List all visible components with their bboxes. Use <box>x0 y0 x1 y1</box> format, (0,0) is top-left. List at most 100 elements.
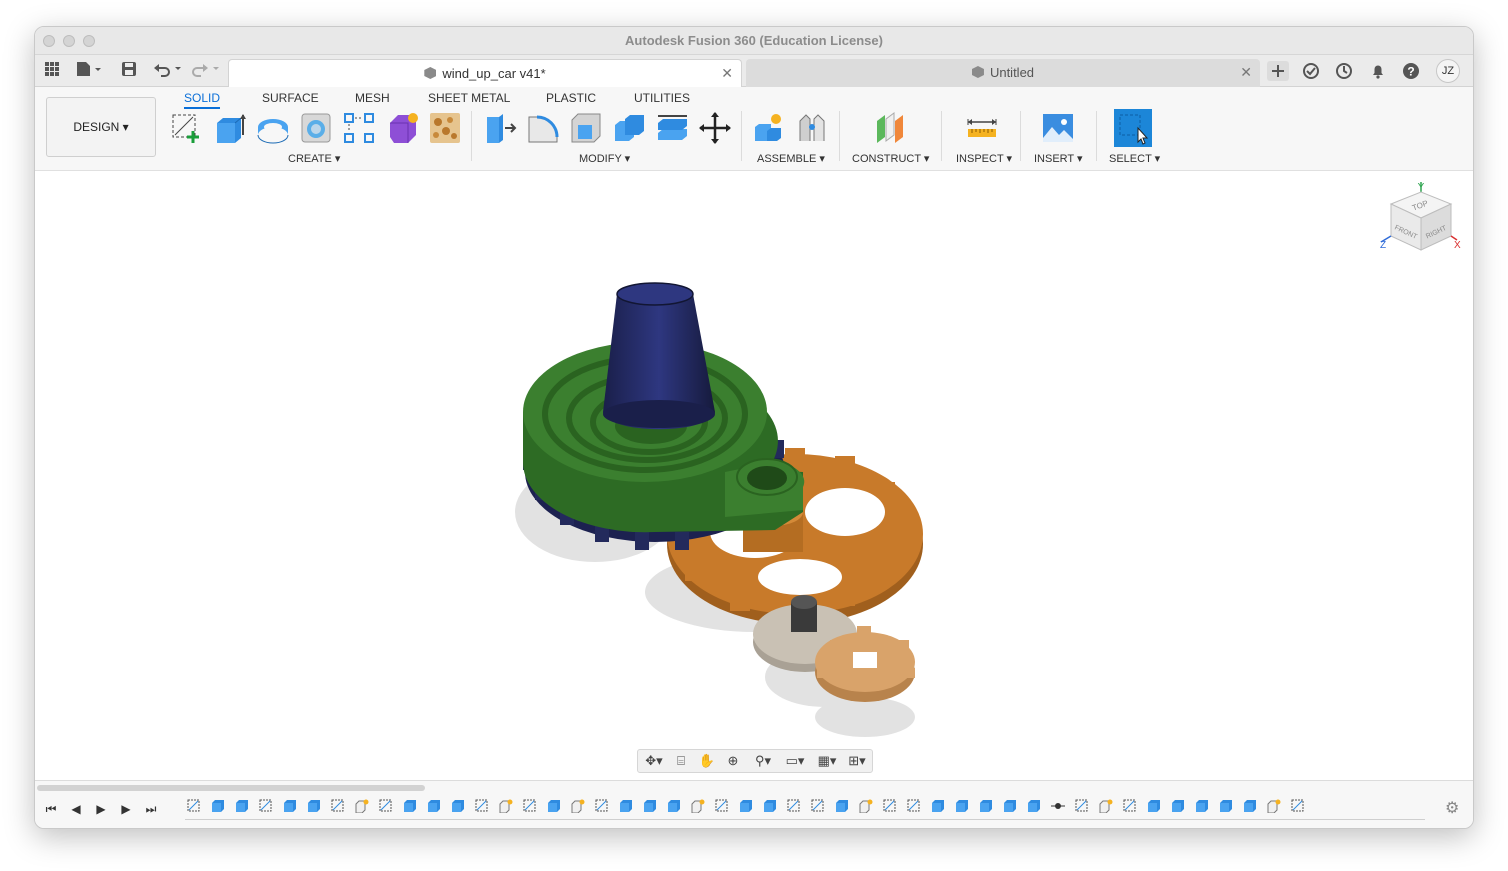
timeline-sketch-feature-icon[interactable] <box>331 799 345 813</box>
extensions-icon[interactable] <box>1334 61 1354 81</box>
timeline-sketch-feature-icon[interactable] <box>811 799 825 813</box>
ribbon-tab-sheet-metal[interactable]: SHEET METAL <box>428 91 510 105</box>
timeline-component-feature-icon[interactable] <box>859 799 873 814</box>
timeline-joint-feature-icon[interactable] <box>1051 799 1065 813</box>
timeline-extrude-feature-icon[interactable] <box>763 799 777 813</box>
notifications-bell-icon[interactable] <box>1368 61 1388 81</box>
timeline-extrude-feature-icon[interactable] <box>403 799 417 813</box>
pan-hand-icon[interactable]: ✋ <box>698 753 716 769</box>
timeline-track[interactable] <box>185 819 1425 820</box>
timeline-sketch-feature-icon[interactable] <box>475 799 489 813</box>
select-icon[interactable] <box>1114 109 1152 147</box>
workspace-switcher[interactable]: DESIGN ▾ <box>46 97 156 157</box>
insert-group-label[interactable]: INSERT ▾ <box>1034 152 1083 165</box>
timeline-settings-gear-icon[interactable]: ⚙ <box>1445 801 1461 817</box>
modify-group-label[interactable]: MODIFY ▾ <box>579 152 630 165</box>
fillet-icon[interactable] <box>526 111 560 145</box>
create-form-icon[interactable] <box>385 111 419 145</box>
job-status-icon[interactable] <box>1301 61 1321 81</box>
insert-image-icon[interactable] <box>1041 111 1075 145</box>
extrude-icon[interactable] <box>213 111 247 145</box>
timeline-extrude-feature-icon[interactable] <box>619 799 633 813</box>
timeline-extrude-feature-icon[interactable] <box>1171 799 1185 813</box>
undo-icon[interactable] <box>153 61 183 81</box>
timeline-extrude-feature-icon[interactable] <box>667 799 681 813</box>
timeline-sketch-feature-icon[interactable] <box>1075 799 1089 813</box>
save-icon[interactable] <box>121 61 137 81</box>
construct-group-label[interactable]: CONSTRUCT ▾ <box>852 152 929 165</box>
grid-settings-icon[interactable]: ▦▾ <box>814 753 840 769</box>
select-group-label[interactable]: SELECT ▾ <box>1109 152 1160 165</box>
offset-plane-icon[interactable] <box>873 111 907 145</box>
look-at-icon[interactable]: ⌸ <box>672 753 690 769</box>
measure-icon[interactable] <box>965 111 999 145</box>
help-icon[interactable]: ? <box>1401 61 1421 81</box>
orbit-icon[interactable]: ✥▾ <box>642 753 666 769</box>
timeline-extrude-feature-icon[interactable] <box>427 799 441 813</box>
timeline-component-feature-icon[interactable] <box>499 799 513 814</box>
step-forward-icon[interactable]: ▶ <box>118 801 134 817</box>
play-icon[interactable]: ▶ <box>93 801 109 817</box>
timeline-sketch-feature-icon[interactable] <box>595 799 609 813</box>
ribbon-tab-solid[interactable]: SOLID <box>184 91 221 109</box>
timeline-scrollbar[interactable] <box>37 785 425 791</box>
timeline-sketch-feature-icon[interactable] <box>523 799 537 813</box>
timeline-extrude-feature-icon[interactable] <box>307 799 321 813</box>
close-tab-icon[interactable]: ✕ <box>1240 64 1252 81</box>
split-body-icon[interactable] <box>655 111 689 145</box>
timeline-extrude-feature-icon[interactable] <box>835 799 849 813</box>
ribbon-tab-plastic[interactable]: PLASTIC <box>546 91 596 105</box>
timeline-extrude-feature-icon[interactable] <box>283 799 297 813</box>
viewcube-widget[interactable]: Y TOP FRONT RIGHT Z X <box>1377 180 1461 280</box>
shell-icon[interactable] <box>569 111 603 145</box>
timeline-extrude-feature-icon[interactable] <box>235 799 249 813</box>
model-canvas[interactable] <box>35 172 1474 780</box>
timeline-component-feature-icon[interactable] <box>691 799 705 814</box>
create-group-label[interactable]: CREATE ▾ <box>288 152 340 165</box>
combine-icon[interactable] <box>612 111 646 145</box>
timeline-extrude-feature-icon[interactable] <box>739 799 753 813</box>
timeline-sketch-feature-icon[interactable] <box>1291 799 1305 813</box>
ribbon-tab-mesh[interactable]: MESH <box>355 91 390 105</box>
zoom-icon[interactable]: ⊕ <box>724 753 742 769</box>
timeline-extrude-feature-icon[interactable] <box>979 799 993 813</box>
display-settings-icon[interactable]: ▭▾ <box>782 753 808 769</box>
timeline-extrude-feature-icon[interactable] <box>1195 799 1209 813</box>
joint-icon[interactable] <box>795 111 829 145</box>
tab-untitled[interactable]: Untitled ✕ <box>746 59 1260 87</box>
ribbon-tab-surface[interactable]: SURFACE <box>262 91 319 105</box>
timeline-sketch-feature-icon[interactable] <box>787 799 801 813</box>
move-copy-icon[interactable] <box>698 111 732 145</box>
go-to-end-icon[interactable]: ⏭ <box>143 801 159 817</box>
go-to-start-icon[interactable]: ⏮ <box>43 801 59 817</box>
timeline-extrude-feature-icon[interactable] <box>643 799 657 813</box>
file-menu-icon[interactable] <box>75 61 103 81</box>
close-tab-icon[interactable]: ✕ <box>721 65 733 82</box>
timeline-extrude-feature-icon[interactable] <box>955 799 969 813</box>
new-tab-button[interactable] <box>1267 61 1289 81</box>
winding-knob[interactable] <box>603 282 715 430</box>
assemble-group-label[interactable]: ASSEMBLE ▾ <box>757 152 825 165</box>
timeline-component-feature-icon[interactable] <box>571 799 585 814</box>
timeline-extrude-feature-icon[interactable] <box>451 799 465 813</box>
timeline-sketch-feature-icon[interactable] <box>187 799 201 813</box>
timeline-extrude-feature-icon[interactable] <box>931 799 945 813</box>
timeline-extrude-feature-icon[interactable] <box>1243 799 1257 813</box>
rectangular-pattern-icon[interactable] <box>342 111 376 145</box>
timeline-extrude-feature-icon[interactable] <box>1027 799 1041 813</box>
revolve-icon[interactable] <box>256 111 290 145</box>
user-avatar[interactable]: JZ <box>1436 59 1460 83</box>
ribbon-tab-utilities[interactable]: UTILITIES <box>634 91 690 105</box>
step-back-icon[interactable]: ◀ <box>68 801 84 817</box>
hole-icon[interactable] <box>299 111 333 145</box>
timeline-component-feature-icon[interactable] <box>1099 799 1113 814</box>
canvas-viewport[interactable]: Y TOP FRONT RIGHT Z X ✥▾ ⌸ ✋ ⊕ ⚲▾ ▭▾ ▦▾ … <box>35 172 1473 780</box>
timeline-sketch-feature-icon[interactable] <box>907 799 921 813</box>
timeline-sketch-feature-icon[interactable] <box>379 799 393 813</box>
new-component-icon[interactable] <box>752 111 786 145</box>
tab-wind-up-car[interactable]: wind_up_car v41* ✕ <box>228 59 742 87</box>
timeline-sketch-feature-icon[interactable] <box>883 799 897 813</box>
timeline-sketch-feature-icon[interactable] <box>259 799 273 813</box>
timeline-sketch-feature-icon[interactable] <box>1123 799 1137 813</box>
timeline-extrude-feature-icon[interactable] <box>547 799 561 813</box>
